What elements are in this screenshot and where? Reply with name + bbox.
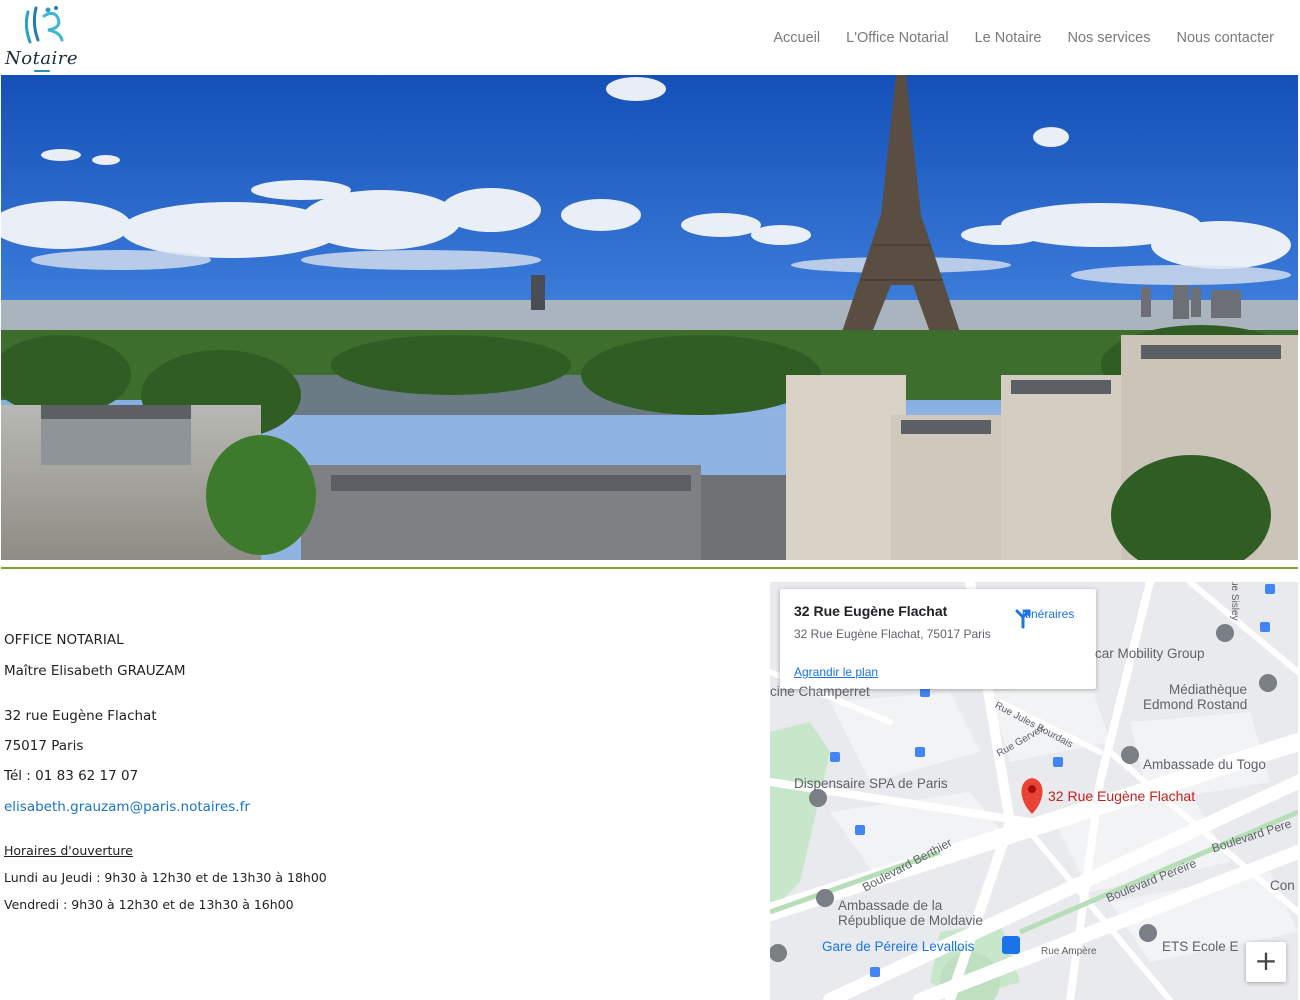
- map-label-gare: Gare de Péreire Levallois: [822, 939, 975, 954]
- logo-text: Notaire: [5, 48, 79, 69]
- map-label-moldavie-1: Ambassade de la: [838, 898, 943, 913]
- google-map[interactable]: 32 Rue Eugène Flachat 32 Rue Eugène Flac…: [770, 582, 1298, 1000]
- hero-panorama-image: [1, 75, 1298, 560]
- map-label-togo: Ambassade du Togo: [1143, 757, 1266, 772]
- site-header: Notaire Accueil L'Office Notarial Le Not…: [0, 0, 1300, 74]
- notaire-logo-icon: [24, 6, 64, 44]
- opening-hours-weekdays: Lundi au Jeudi : 9h30 à 12h30 et de 13h3…: [4, 870, 327, 885]
- map-label-ampere: Rue Ampère: [1041, 946, 1097, 957]
- map-card-address: 32 Rue Eugène Flachat, 75017 Paris: [794, 627, 991, 641]
- map-label-spa: Dispensaire SPA de Paris: [794, 776, 948, 791]
- office-title: OFFICE NOTARIAL: [4, 632, 124, 648]
- map-label-mediatheque-1: Médiathèque: [1169, 682, 1248, 697]
- map-info-card: 32 Rue Eugène Flachat 32 Rue Eugène Flac…: [780, 589, 1096, 689]
- map-label-con: Con: [1270, 878, 1295, 893]
- nav-item-office-notarial[interactable]: L'Office Notarial: [846, 30, 948, 46]
- map-label-champerret: cine Champerret: [770, 684, 870, 699]
- opening-hours-friday: Vendredi : 9h30 à 12h30 et de 13h30 à 16…: [4, 897, 294, 912]
- phone-number: Tél : 01 83 62 17 07: [4, 768, 139, 784]
- logo-underline: [34, 70, 50, 72]
- email-link[interactable]: elisabeth.grauzam@paris.notaires.fr: [4, 799, 250, 815]
- nav-item-le-notaire[interactable]: Le Notaire: [975, 30, 1042, 46]
- directions-icon: [1015, 609, 1031, 629]
- map-label-mediatheque-2: Edmond Rostand: [1143, 697, 1248, 712]
- site-logo[interactable]: Notaire: [4, 4, 84, 72]
- map-zoom-in-button[interactable]: +: [1246, 942, 1286, 982]
- notary-name: Maître Elisabeth GRAUZAM: [4, 663, 186, 679]
- map-card-title: 32 Rue Eugène Flachat: [794, 603, 948, 619]
- map-label-moldavie-2: République de Moldavie: [838, 913, 983, 928]
- map-label-ets: ETS Ecole E: [1162, 939, 1239, 954]
- enlarge-map-link[interactable]: Agrandir le plan: [794, 665, 878, 679]
- section-divider: [1, 567, 1298, 569]
- nav-item-nos-services[interactable]: Nos services: [1067, 30, 1150, 46]
- map-label-mobility: car Mobility Group: [1095, 646, 1205, 661]
- opening-hours-title: Horaires d'ouverture: [4, 843, 133, 858]
- nav-item-accueil[interactable]: Accueil: [773, 30, 820, 46]
- directions-button[interactable]: Itinéraires: [1012, 607, 1084, 629]
- nav-item-nous-contacter[interactable]: Nous contacter: [1176, 30, 1274, 46]
- map-pin-label: 32 Rue Eugène Flachat: [1048, 788, 1196, 804]
- address-street: 32 rue Eugène Flachat: [4, 708, 157, 724]
- map-label-sisley: ue Sisley: [1229, 582, 1240, 621]
- address-city: 75017 Paris: [4, 738, 84, 754]
- main-nav: Accueil L'Office Notarial Le Notaire Nos…: [773, 30, 1274, 46]
